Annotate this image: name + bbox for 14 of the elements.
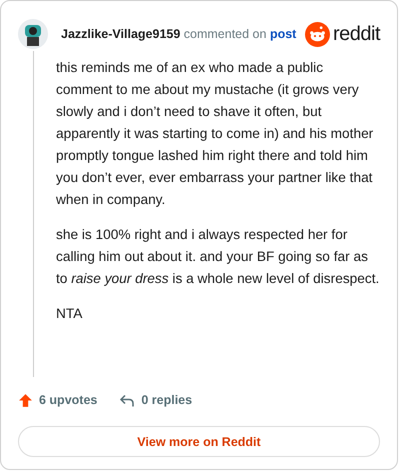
alien-logo-icon (304, 22, 330, 46)
comment-paragraph: this reminds me of an ex who made a public comment to me about my mustache (it grows very slowly and i don’t need to shave it often, but apparently it was starting to come in) and his mother promptly tongue lashed him right there and told him you don’t ever, ever embarrass your partner like that when in company. (56, 59, 374, 209)
view-more-button[interactable]: View more on Reddit (18, 426, 380, 457)
avatar-icon (18, 19, 48, 49)
comment-paragraph: NTA (56, 305, 84, 323)
upvote-arrow-icon[interactable] (18, 392, 33, 408)
brand-name: reddit (332, 22, 380, 46)
reply-arrow-icon[interactable] (119, 392, 136, 408)
post-link[interactable]: post (270, 27, 296, 41)
author-name[interactable]: Jazzlike-Village9159 (61, 27, 180, 41)
comment-paragraph: she is 100% right and i always respected her for calling him out about it. and your BF going so far as to raise your dress is a whole new level of disrespect. (56, 226, 380, 288)
reply-count: 0 replies (141, 393, 192, 407)
upvote-count: 6 upvotes (39, 393, 98, 407)
action-text: commented on (184, 27, 266, 41)
